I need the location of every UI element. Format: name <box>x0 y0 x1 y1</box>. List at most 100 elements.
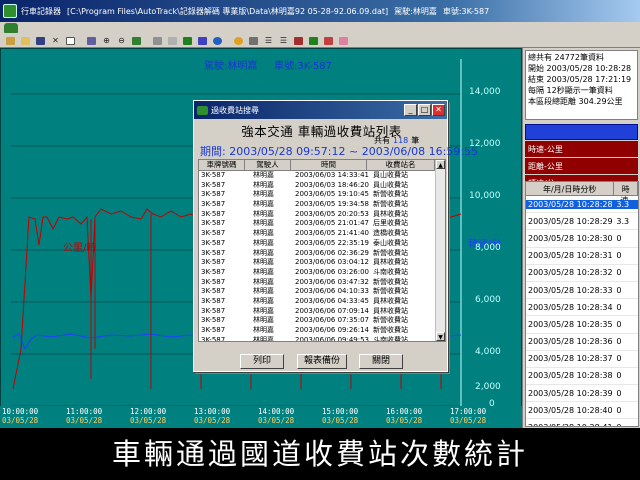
minimize-icon[interactable]: _ <box>404 104 417 116</box>
table-scrollbar[interactable]: ▲ ▼ <box>435 160 445 341</box>
table-row[interactable]: 3K-587 林明嘉 2003/06/06 07:09:14 員林收費站 <box>199 307 445 317</box>
table-row[interactable]: 3K-587 林明嘉 2003/06/03 18:46:20 員山收費站 <box>199 181 445 191</box>
table-row[interactable]: 3K-587 林明嘉 2003/06/06 03:47:32 新營收費站 <box>199 278 445 288</box>
scroll-down-icon[interactable]: ▼ <box>436 332 445 341</box>
list-item[interactable]: 2003/05/28 10:28:38 0 <box>526 368 638 386</box>
close-button[interactable]: 關閉 <box>359 354 403 369</box>
list-item[interactable]: 2003/05/28 10:28:30 0 <box>526 230 638 248</box>
cell-plate: 3K-587 <box>201 296 226 305</box>
list-item[interactable]: 2003/05/28 10:28:34 0 <box>526 299 638 317</box>
cell-plate: 3K-587 <box>201 200 226 209</box>
list-item[interactable]: 2003/05/28 10:28:39 0 <box>526 385 638 403</box>
cell-driver: 林明嘉 <box>253 306 274 315</box>
list-item[interactable]: 2003/05/28 10:28:40 0 <box>526 402 638 420</box>
list-item-speed: 0 <box>616 302 622 312</box>
list-item[interactable]: 2003/05/28 10:28:32 0 <box>526 265 638 282</box>
filter-icon[interactable] <box>247 35 260 47</box>
globe-icon[interactable] <box>211 35 224 47</box>
list-item[interactable]: 2003/05/28 10:28:37 0 <box>526 351 638 368</box>
car-icon <box>197 105 208 115</box>
open-icon[interactable] <box>4 35 17 47</box>
col-plate[interactable]: 車牌號碼 <box>199 160 245 170</box>
tab-distance[interactable]: 距離-公里 <box>525 158 638 174</box>
list-item[interactable]: 2003/05/28 10:28:35 0 <box>526 316 638 334</box>
chart-icon[interactable] <box>130 35 143 47</box>
car-icon[interactable] <box>4 23 18 33</box>
table-row[interactable]: 3K-587 林明嘉 2003/06/06 09:49:53 斗南收費站 <box>199 335 445 342</box>
scroll-up-icon[interactable]: ▲ <box>436 160 445 169</box>
table-row[interactable]: 3K-587 林明嘉 2003/06/06 04:33:45 員林收費站 <box>199 297 445 307</box>
toll-list-table[interactable]: 車牌號碼 駕駛人 時間 收費站名 3K-587 林明嘉 2003/06/03 14:… <box>198 159 446 342</box>
table-row[interactable]: 3K-587 林明嘉 2003/06/06 09:26:14 新營收費站 <box>199 326 445 336</box>
col-station[interactable]: 收費站名 <box>367 160 435 170</box>
time-tick: 12:00:00 03/05/28 <box>130 407 167 425</box>
list-icon[interactable]: ☰ <box>262 35 275 47</box>
table-row[interactable]: 3K-587 林明嘉 2003/06/06 02:36:29 新營收費站 <box>199 249 445 259</box>
right-panel: 總共有 24772筆資料 開始 2003/05/28 10:28:28 結束 2… <box>522 48 640 428</box>
list-item-time: 2003/05/28 10:28:30 <box>528 233 613 243</box>
folder-icon[interactable] <box>19 35 32 47</box>
tab-speed[interactable]: 時速-公里 <box>525 141 638 157</box>
cell-station: 新營收費站 <box>373 277 408 286</box>
list-item-speed: 0 <box>616 405 622 415</box>
list-item[interactable]: 2003/05/28 10:28:410 <box>526 419 638 426</box>
cell-driver: 林明嘉 <box>253 335 274 342</box>
maximize-icon[interactable]: □ <box>418 104 431 116</box>
cell-time: 2003/06/06 02:36:29 <box>295 248 370 257</box>
zoom-in-icon[interactable]: ⊕ <box>100 35 113 47</box>
book-icon[interactable] <box>322 35 335 47</box>
cell-time: 2003/06/06 09:26:14 <box>295 326 370 334</box>
cell-driver: 林明嘉 <box>253 248 274 257</box>
table-row[interactable]: 3K-587 林明嘉 2003/06/05 20:20:53 員林收費站 <box>199 210 445 220</box>
time-list-header: 年/月/日時分秒 時速- <box>526 182 638 205</box>
col-time[interactable]: 時間 <box>291 160 367 170</box>
table-row[interactable]: 3K-587 林明嘉 2003/06/05 19:34:58 新營收費站 <box>199 200 445 210</box>
eraser-icon[interactable] <box>337 35 350 47</box>
table-row[interactable]: 3K-587 林明嘉 2003/06/06 03:04:12 員林收費站 <box>199 258 445 268</box>
speed-col-header[interactable]: 時速- <box>614 182 638 205</box>
copy-icon[interactable] <box>64 35 77 47</box>
cell-station: 員林收費站 <box>373 258 408 267</box>
col-driver[interactable]: 駕駛人 <box>245 160 291 170</box>
cell-station: 員林收費站 <box>373 306 408 315</box>
tab-blank[interactable] <box>525 124 638 140</box>
table-row[interactable]: 3K-587 林明嘉 2003/06/05 19:10:45 新營收費站 <box>199 190 445 200</box>
close-icon[interactable]: ✕ <box>432 104 445 116</box>
map-icon[interactable] <box>292 35 305 47</box>
zoom-out-icon[interactable]: ⊖ <box>115 35 128 47</box>
pie-icon[interactable] <box>232 35 245 47</box>
cell-time: 2003/06/06 07:09:14 <box>295 306 370 315</box>
grid-icon[interactable] <box>85 35 98 47</box>
y-tick: 8,000 <box>475 243 501 253</box>
table-row[interactable]: 3K-587 林明嘉 2003/06/05 22:35:19 泰山收費站 <box>199 239 445 249</box>
table-icon[interactable] <box>181 35 194 47</box>
cut-icon[interactable]: ✕ <box>49 35 62 47</box>
table-row[interactable]: 3K-587 林明嘉 2003/06/06 03:26:00 斗南收費站 <box>199 268 445 278</box>
toll-station-dialog: 過收費站搜尋 _ □ ✕ 強本交通 車輛過收費站列表 共有 118 筆 期間: 20… <box>193 100 478 372</box>
y-tick: 6,000 <box>475 295 501 305</box>
chart-driver-label: 駕駛:林明嘉 <box>204 61 258 72</box>
list-item[interactable]: 2003/05/28 10:28:29 3.3 <box>526 213 638 231</box>
print-button[interactable]: 列印 <box>240 354 284 369</box>
print-preview-icon[interactable] <box>166 35 179 47</box>
list2-icon[interactable]: ☰ <box>277 35 290 47</box>
export-button[interactable]: 報表備份 <box>297 354 347 369</box>
cell-station: 斗南收費站 <box>373 267 408 276</box>
car-tool-icon[interactable] <box>307 35 320 47</box>
table-row[interactable]: 3K-587 林明嘉 2003/06/06 04:10:33 新營收費站 <box>199 287 445 297</box>
list-item-speed: 0 <box>616 319 622 329</box>
print-icon[interactable] <box>151 35 164 47</box>
table-header: 車牌號碼 駕駛人 時間 收費站名 <box>199 160 445 171</box>
report-icon[interactable] <box>196 35 209 47</box>
list-item[interactable]: 2003/05/28 10:28:31 0 <box>526 248 638 265</box>
save-icon[interactable] <box>34 35 47 47</box>
table-row[interactable]: 3K-587 林明嘉 2003/06/05 21:01:47 后里收費站 <box>199 219 445 229</box>
cell-plate: 3K-587 <box>201 258 226 267</box>
list-item[interactable]: 2003/05/28 10:28:36 0 <box>526 334 638 351</box>
time-list[interactable]: 年/月/日時分秒 時速- 2003/05/28 10:28:283.32003/… <box>525 181 639 427</box>
time-col-header[interactable]: 年/月/日時分秒 <box>526 182 615 195</box>
list-item[interactable]: 2003/05/28 10:28:33 0 <box>526 282 638 300</box>
table-row[interactable]: 3K-587 林明嘉 2003/06/05 21:41:40 造橋收費站 <box>199 229 445 239</box>
table-row[interactable]: 3K-587 林明嘉 2003/06/03 14:33:41 員山收費站 <box>199 171 445 181</box>
table-row[interactable]: 3K-587 林明嘉 2003/06/06 07:35:07 新營收費站 <box>199 316 445 326</box>
